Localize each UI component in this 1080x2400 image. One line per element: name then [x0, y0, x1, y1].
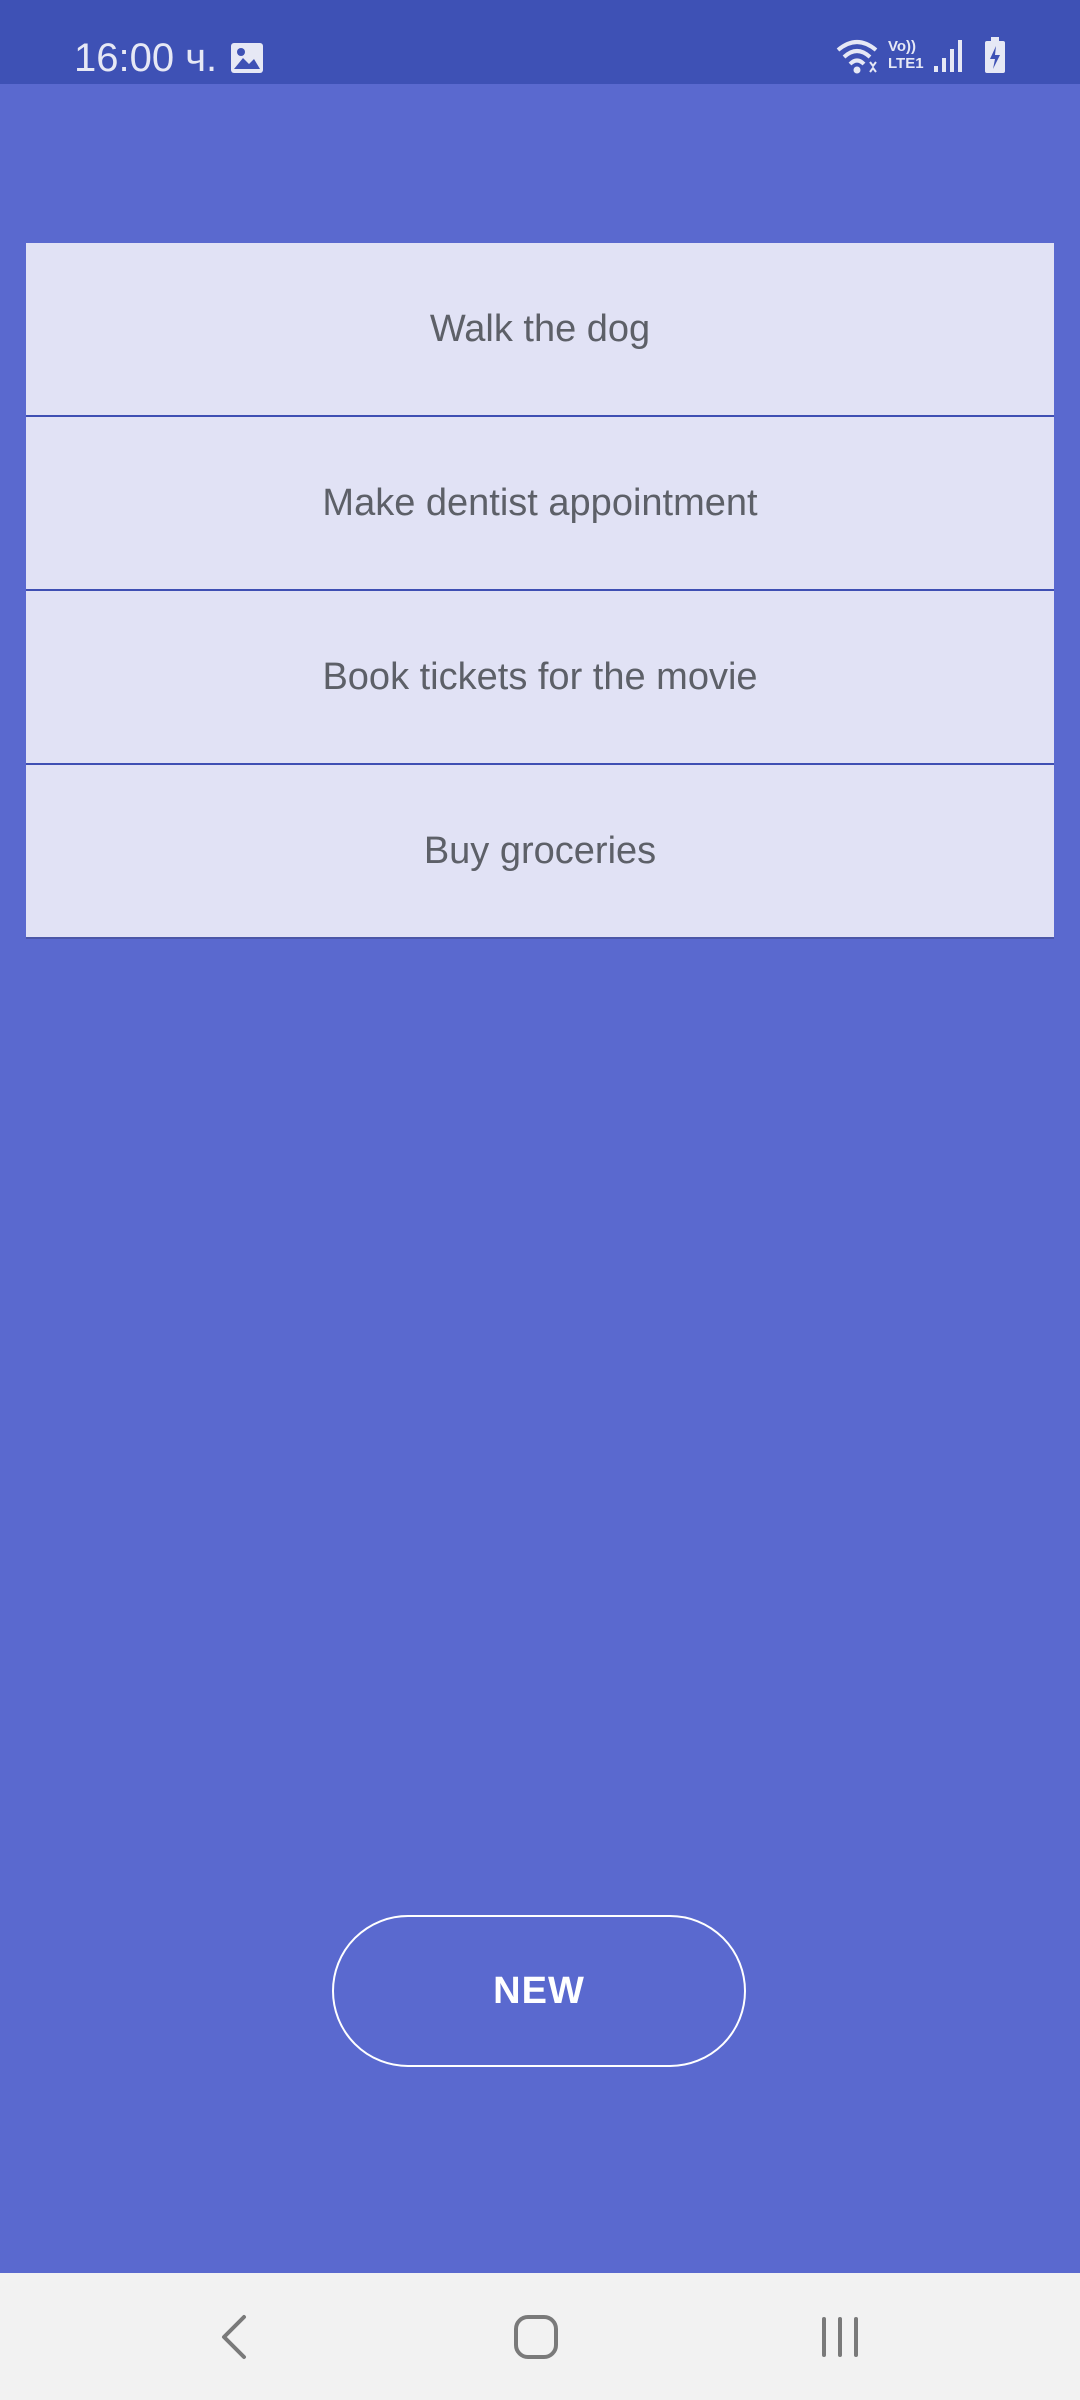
navigation-bar — [0, 2273, 1080, 2400]
back-button[interactable] — [194, 2301, 274, 2373]
task-list: Walk the dog Make dentist appointment Bo… — [26, 243, 1054, 939]
recents-icon — [822, 2317, 858, 2357]
signal-icon — [934, 40, 962, 72]
back-icon — [222, 2315, 246, 2359]
new-task-button[interactable]: NEW — [332, 1915, 746, 2067]
status-bar: 16:00 ч. Vo)) LTE1 — [0, 0, 1080, 84]
list-item[interactable]: Buy groceries — [26, 765, 1054, 939]
home-button[interactable] — [496, 2301, 576, 2373]
recents-button[interactable] — [800, 2301, 880, 2373]
list-item[interactable]: Book tickets for the movie — [26, 591, 1054, 765]
list-item[interactable]: Make dentist appointment — [26, 417, 1054, 591]
list-item[interactable]: Walk the dog — [26, 243, 1054, 417]
network-type-label: Vo)) LTE1 — [888, 38, 924, 72]
gallery-icon — [231, 43, 263, 73]
wifi-icon — [836, 40, 878, 74]
home-icon — [514, 2315, 558, 2359]
status-time: 16:00 ч. — [74, 36, 218, 80]
battery-charging-icon — [985, 37, 1005, 73]
